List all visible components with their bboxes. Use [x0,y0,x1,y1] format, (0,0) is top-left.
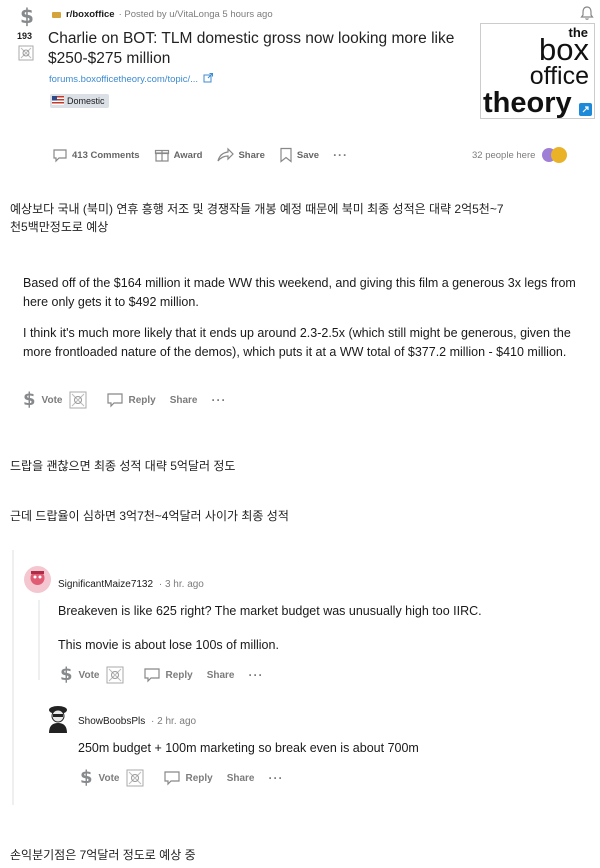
korean-caption-3: 근데 드랍율이 심하면 3억7천~4억달러 사이가 최종 성적 [10,509,289,523]
upvote-dollar-icon[interactable]: $ [20,6,34,26]
upvote-button[interactable]: $ [80,769,93,787]
share-icon [217,147,235,162]
comment-1-paragraph-1: Based off of the $164 million it made WW… [23,276,576,309]
post-meta: r/boxoffice · Posted by u/VitaLonga 5 ho… [52,9,273,20]
more-options-button[interactable]: ··· [269,771,284,785]
korean-line-1: 예상보다 국내 (북미) 연휴 흥행 저조 및 경쟁작들 개봉 예정 때문에 북… [10,202,504,216]
avatar[interactable] [44,703,72,733]
korean-caption-4: 손익분기점은 7억달러 정도로 예상 중 [10,848,196,862]
thumbnail-link-icon [579,103,592,116]
thumbnail-text-theory: theory [483,87,572,119]
share-button[interactable]: Share [227,773,255,784]
people-here: 32 people here [472,150,536,161]
comment-time: · 3 hr. ago [158,579,204,590]
comment-1-actions: $ Vote Reply Share ··· [23,390,241,410]
upvote-button[interactable]: $ [23,391,36,409]
flag-icon [52,95,64,107]
comment-icon [164,771,181,786]
post-action-bar: 413 Comments Award Share Save ··· [52,147,362,163]
reply-button[interactable]: Reply [163,770,213,786]
vote-label: Vote [41,394,63,406]
comment-time: · 2 hr. ago [151,716,197,727]
award-button[interactable]: Award [154,147,203,163]
posted-by: · Posted by u/VitaLonga 5 hours ago [118,9,273,20]
comment-1-paragraph-2: I think it's much more likely that it en… [23,326,571,359]
reply-label: Reply [165,669,193,681]
thumbnail-text-box: box [539,32,589,67]
upvote-button[interactable]: $ [60,666,73,684]
save-label: Save [296,149,320,161]
external-link-icon[interactable] [203,73,214,86]
comment-3-actions: $ Vote Reply Share ··· [80,768,298,788]
save-button[interactable]: Save [279,147,319,163]
comment-2-paragraph-2: This movie is about lose 100s of million… [58,638,279,652]
thread-line[interactable] [38,600,40,680]
dollar-icon: $ [60,664,73,685]
share-label: Share [238,149,265,161]
comment-2-actions: $ Vote Reply Share ··· [60,665,278,685]
thread-line[interactable] [12,550,14,805]
korean-caption-2: 드랍을 괜찮으면 최종 성적 대략 5억달러 정도 [10,459,236,473]
comment-icon [53,149,67,163]
award-label: Award [173,149,203,161]
flair-tag[interactable]: Domestic [50,94,109,108]
flair-label: Domestic [67,96,105,106]
share-button[interactable]: Share [170,395,198,406]
reply-label: Reply [185,772,213,784]
downvote-icon[interactable] [68,390,92,410]
post-link-row: forums.boxofficetheory.com/topic/... [49,73,214,86]
comments-button[interactable]: 413 Comments [52,147,140,163]
dollar-icon: $ [80,767,93,788]
reply-button[interactable]: Reply [106,392,156,408]
comment-3-paragraph-1: 250m budget + 100m marketing so break ev… [78,741,419,755]
reply-label: Reply [128,394,156,406]
more-options-button[interactable]: ··· [333,148,348,162]
more-options-button[interactable]: ··· [212,393,227,407]
thumbnail-text-office: office [529,62,589,90]
comments-label: 413 Comments [72,149,140,161]
avatar[interactable] [24,566,51,593]
dollar-icon: $ [23,389,36,410]
subreddit-link[interactable]: r/boxoffice [66,9,115,20]
comment-2-paragraph-1: Breakeven is like 625 right? The market … [58,604,482,618]
post-title[interactable]: Charlie on BOT: TLM domestic gross now l… [48,29,458,69]
award-icon [154,149,169,162]
share-button[interactable]: Share [216,147,265,163]
vote-label: Vote [98,772,120,784]
comment-icon [144,668,161,683]
username[interactable]: SignificantMaize7132 [58,579,153,590]
comment-3-meta: ShowBoobsPls · 2 hr. ago [78,716,196,727]
vote-count: 193 [17,31,33,41]
korean-line-2: 천5백만정도로 예상 [10,220,109,234]
username[interactable]: ShowBoobsPls [78,716,145,727]
downvote-icon[interactable] [105,665,129,685]
post-link[interactable]: forums.boxofficetheory.com/topic/... [49,74,198,85]
save-icon [280,147,292,163]
subreddit-icon [52,11,61,18]
share-button[interactable]: Share [207,670,235,681]
comment-icon [107,393,124,408]
korean-caption-1: 예상보다 국내 (북미) 연휴 흥행 저조 및 경쟁작들 개봉 예정 때문에 북… [10,200,595,236]
vote-label: Vote [78,669,100,681]
comment-2-meta: SignificantMaize7132 · 3 hr. ago [58,579,204,590]
more-options-button[interactable]: ··· [249,668,264,682]
people-avatars [542,146,568,164]
downvote-icon[interactable] [17,44,35,67]
reply-button[interactable]: Reply [143,667,193,683]
post-thumbnail[interactable]: the box office theory [480,23,595,119]
downvote-icon[interactable] [125,768,149,788]
